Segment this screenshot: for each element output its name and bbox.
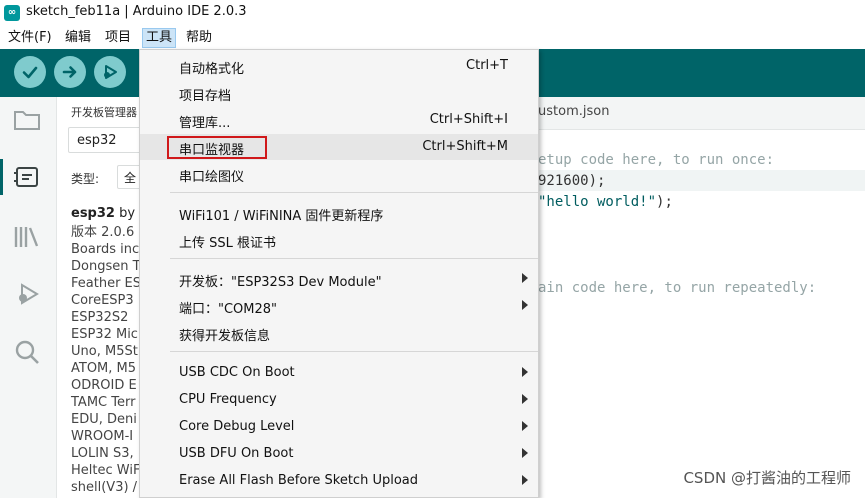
menu-file[interactable]: 文件(F) — [5, 29, 55, 47]
submenu-arrow-icon — [522, 475, 528, 485]
menu-item-core-debug-level[interactable]: Core Debug Level — [140, 414, 538, 440]
board-desc-line: Feather ES — [71, 276, 140, 291]
submenu-arrow-icon — [522, 448, 528, 458]
menu-item-label: CPU Frequency — [179, 392, 277, 407]
board-desc-line: ODROID E — [71, 378, 137, 393]
menu-item-label: 获得开发板信息 — [179, 329, 271, 344]
upload-button[interactable] — [54, 56, 86, 88]
submenu-arrow-icon — [522, 421, 528, 431]
board-search-input[interactable]: esp32 — [68, 127, 140, 153]
menu-item-archive-sketch[interactable]: 项目存档 — [140, 80, 538, 106]
board-desc-line: LOLIN S3, — [71, 446, 134, 461]
menu-edit[interactable]: 编辑 — [62, 29, 94, 47]
code-string: "hello world!" — [538, 194, 657, 210]
library-icon[interactable] — [12, 222, 42, 252]
board-author: by E — [119, 206, 140, 221]
board-desc-line: TAMC Terr — [71, 395, 136, 410]
code-line: etup code here, to run once: — [538, 152, 775, 168]
menu-item-label: WiFi101 / WiFiNINA 固件更新程序 — [179, 209, 384, 224]
window-title: sketch_feb11a | Arduino IDE 2.0.3 — [26, 4, 247, 19]
menu-item-label: Core Debug Level — [179, 419, 295, 434]
menu-item-port[interactable]: 端口："COM28" — [140, 293, 538, 319]
board-desc-line: Uno, M5St — [71, 344, 138, 359]
menu-item-auto-format[interactable]: 自动格式化 Ctrl+T — [140, 53, 538, 79]
menu-item-label: USB CDC On Boot — [179, 365, 295, 380]
menu-item-label: 端口："COM28" — [179, 302, 278, 317]
board-desc-line: Heltec WiF — [71, 463, 140, 478]
menu-item-manage-libraries[interactable]: 管理库... Ctrl+Shift+I — [140, 107, 538, 133]
submenu-arrow-icon — [522, 367, 528, 377]
menu-item-shortcut: Ctrl+Shift+I — [429, 112, 508, 127]
board-description: 版本 2.0.6 Boards inc Dongsen T Feather ES… — [71, 224, 140, 496]
menu-item-usb-dfu-on-boot[interactable]: USB DFU On Boot — [140, 441, 538, 467]
menu-item-label: 自动格式化 — [179, 62, 245, 77]
board-desc-line: WROOM-I — [71, 429, 134, 444]
folder-icon[interactable] — [12, 105, 42, 135]
board-manager-icon[interactable] — [12, 162, 42, 192]
menu-item-erase-all-flash[interactable]: Erase All Flash Before Sketch Upload — [140, 468, 538, 494]
debug-icon — [104, 65, 117, 79]
debug-button[interactable] — [94, 56, 126, 88]
active-indicator — [0, 159, 3, 195]
menu-item-board-info[interactable]: 获得开发板信息 — [140, 320, 538, 346]
menu-separator — [170, 351, 538, 352]
type-label: 类型: — [71, 172, 100, 186]
menu-item-label: 开发板："ESP32S3 Dev Module" — [179, 275, 382, 290]
tab-custom-json[interactable]: ustom.json — [538, 104, 609, 119]
type-select[interactable]: 全 — [117, 165, 140, 189]
tools-menu: 自动格式化 Ctrl+T 项目存档 管理库... Ctrl+Shift+I 串口… — [139, 49, 539, 498]
boards-manager-panel: 开发板管理器 esp32 类型: 全 esp32 by E 版本 2.0.6 B… — [57, 97, 140, 498]
board-desc-line: ATOM, M5 — [71, 361, 137, 376]
menu-item-cpu-frequency[interactable]: CPU Frequency — [140, 387, 538, 413]
menu-item-label: 上传 SSL 根证书 — [179, 236, 277, 251]
menu-item-shortcut: Ctrl+T — [466, 58, 508, 73]
menu-bar: 文件(F) 编辑 项目 工具 帮助 — [0, 26, 865, 49]
watermark: CSDN @打酱油的工程师 — [683, 469, 851, 487]
verify-icon — [22, 66, 38, 79]
menu-sketch[interactable]: 项目 — [102, 29, 134, 47]
debug-sidebar-icon[interactable] — [12, 279, 42, 309]
submenu-arrow-icon — [522, 394, 528, 404]
code-punct: ); — [656, 194, 673, 210]
menu-item-label: USB DFU On Boot — [179, 446, 294, 461]
highlight-annotation-box — [167, 136, 267, 159]
search-icon[interactable] — [12, 337, 42, 367]
menu-separator — [170, 192, 538, 193]
activity-sidebar — [0, 97, 57, 498]
board-desc-line: shell(V3) / — [71, 480, 138, 495]
board-desc-line: ESP32 Mic — [71, 327, 138, 342]
verify-button[interactable] — [14, 56, 46, 88]
menu-item-shortcut: Ctrl+Shift+M — [422, 139, 508, 154]
menu-item-label: 串口绘图仪 — [179, 170, 245, 185]
menu-separator — [170, 258, 538, 259]
board-desc-line: Boards inc — [71, 242, 140, 257]
title-bar: ∞ sketch_feb11a | Arduino IDE 2.0.3 — [0, 0, 865, 26]
board-desc-line: Dongsen T — [71, 259, 140, 274]
menu-item-board[interactable]: 开发板："ESP32S3 Dev Module" — [140, 266, 538, 292]
menu-item-firmware-updater[interactable]: WiFi101 / WiFiNINA 固件更新程序 — [140, 200, 538, 226]
board-name: esp32 — [71, 206, 115, 221]
menu-item-label: 管理库... — [179, 116, 231, 131]
menu-item-upload-ssl[interactable]: 上传 SSL 根证书 — [140, 227, 538, 253]
submenu-arrow-icon — [522, 300, 528, 310]
menu-item-serial-plotter[interactable]: 串口绘图仪 — [140, 161, 538, 187]
menu-tools[interactable]: 工具 — [142, 28, 177, 48]
upload-icon — [62, 66, 77, 78]
board-desc-line: EDU, Deni — [71, 412, 137, 427]
menu-help[interactable]: 帮助 — [183, 29, 215, 47]
code-line: "hello world!"); — [538, 194, 673, 210]
board-entry-title[interactable]: esp32 by E — [71, 206, 140, 221]
menu-item-label: 项目存档 — [179, 89, 232, 104]
board-desc-line: ESP32S2 — [71, 310, 129, 325]
board-desc-line: 版本 2.0.6 — [71, 225, 135, 240]
code-line: ain code here, to run repeatedly: — [538, 280, 817, 296]
submenu-arrow-icon — [522, 273, 528, 283]
board-desc-line: CoreESP3 — [71, 293, 134, 308]
panel-title: 开发板管理器 — [71, 106, 137, 119]
code-line: 921600); — [538, 173, 606, 189]
menu-item-usb-cdc-on-boot[interactable]: USB CDC On Boot — [140, 360, 538, 386]
menu-item-label: Erase All Flash Before Sketch Upload — [179, 473, 418, 488]
arduino-infinity-icon: ∞ — [4, 5, 20, 21]
